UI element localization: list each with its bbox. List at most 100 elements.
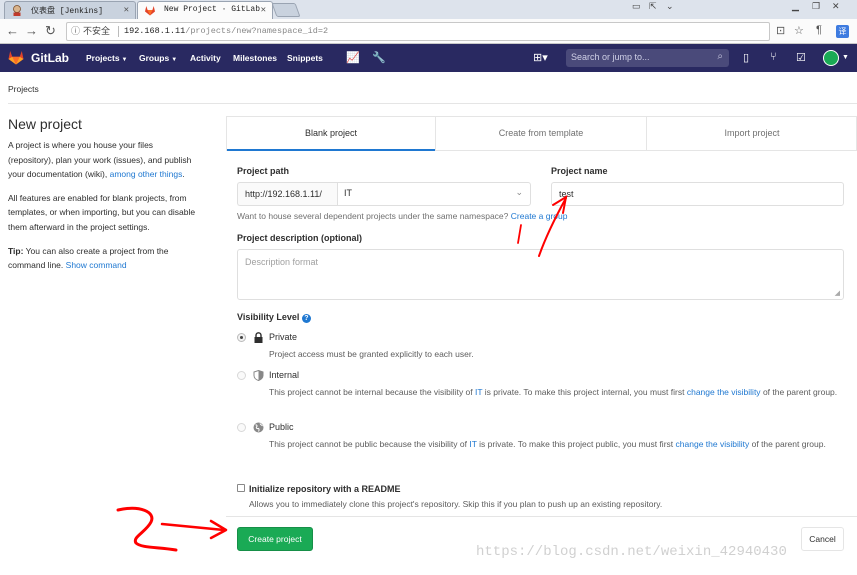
readme-checkbox[interactable] bbox=[237, 484, 245, 492]
browser-tab-gitlab[interactable]: New Project · GitLab ✕ bbox=[137, 1, 273, 19]
gitlab-brand[interactable]: GitLab bbox=[31, 51, 69, 65]
window-chevron-icon[interactable]: ⌄ bbox=[666, 1, 674, 12]
back-icon[interactable]: ← bbox=[6, 23, 19, 39]
tab-close-icon[interactable]: ✕ bbox=[124, 5, 129, 15]
internal-desc-post: of the parent group. bbox=[762, 387, 838, 397]
visibility-option-internal[interactable]: Internal This project cannot be internal… bbox=[237, 370, 847, 414]
project-name-value: test bbox=[559, 189, 574, 199]
namespace-select[interactable]: IT ⌄ bbox=[337, 182, 531, 206]
resize-handle-icon[interactable]: ◢ bbox=[835, 289, 840, 297]
chart-icon[interactable]: 📈 bbox=[346, 51, 360, 64]
show-command-link[interactable]: Show command bbox=[66, 260, 127, 270]
shield-icon bbox=[253, 370, 264, 381]
chevron-down-icon: ⌄ bbox=[515, 187, 523, 197]
url-text: 192.168.1.11/projects/new?namespace_id=2 bbox=[124, 23, 328, 40]
description-textarea[interactable]: Description format ◢ bbox=[237, 249, 844, 300]
browser-tab-jenkins[interactable]: 仪表盘 [Jenkins] ✕ bbox=[4, 1, 136, 19]
help-icon[interactable]: ? bbox=[301, 314, 311, 323]
window-restore-icon[interactable]: ⇱ bbox=[649, 1, 657, 12]
change-visibility-link[interactable]: change the visibility bbox=[687, 387, 761, 397]
visibility-title: Private bbox=[269, 332, 298, 342]
url-field[interactable]: ⓘ 不安全 192.168.1.11/projects/new?namespac… bbox=[66, 22, 770, 41]
visibility-desc: Project access must be granted explicitl… bbox=[269, 349, 474, 359]
tab-close-icon[interactable]: ✕ bbox=[261, 5, 266, 15]
namespace-help: Want to house several dependent projects… bbox=[237, 211, 567, 221]
restore-icon[interactable]: ❐ bbox=[812, 1, 820, 12]
gitlab-navbar: GitLab Projects ▼ Groups ▼ Activity Milest… bbox=[0, 44, 857, 72]
public-desc-mid: is private. To make this project public,… bbox=[479, 439, 674, 449]
browser-tab-title: New Project · GitLab bbox=[164, 5, 261, 14]
create-project-button[interactable]: Create project bbox=[237, 527, 313, 551]
security-label: 不安全 bbox=[83, 26, 111, 36]
group-it-link[interactable]: IT bbox=[469, 439, 476, 449]
annotation-arrow-create-button bbox=[116, 506, 228, 552]
visibility-title: Public bbox=[269, 422, 294, 432]
create-group-link[interactable]: Create a group bbox=[511, 211, 568, 221]
radio-private[interactable] bbox=[237, 333, 246, 342]
translate-extension-icon[interactable]: 译 bbox=[836, 25, 849, 38]
chevron-down-icon: ▼ bbox=[171, 57, 178, 63]
description-placeholder: Description format bbox=[245, 257, 319, 267]
extension-icon[interactable]: ¶ bbox=[816, 24, 822, 36]
cancel-button[interactable]: Cancel bbox=[801, 527, 844, 551]
search-icon: ⌕ bbox=[717, 51, 723, 62]
tab-blank-project[interactable]: Blank project bbox=[227, 117, 435, 151]
visibility-option-public[interactable]: Public This project cannot be public bec… bbox=[237, 422, 852, 466]
nav-groups[interactable]: Groups ▼ bbox=[139, 53, 177, 63]
visibility-desc: This project cannot be internal because … bbox=[269, 385, 849, 400]
visibility-title: Internal bbox=[269, 370, 300, 380]
new-tab-button[interactable] bbox=[271, 3, 301, 17]
readme-label[interactable]: Initialize repository with a README bbox=[249, 484, 401, 494]
readme-desc: Allows you to immediately clone this pro… bbox=[249, 499, 663, 509]
breadcrumb[interactable]: Projects bbox=[8, 84, 39, 94]
project-name-input[interactable]: test bbox=[551, 182, 844, 206]
merge-request-icon[interactable]: ⑂ bbox=[770, 51, 777, 63]
tip-paragraph: Tip: You can also create a project from … bbox=[8, 244, 198, 273]
reload-icon[interactable]: ↻ bbox=[45, 23, 56, 39]
tab-import-project[interactable]: Import project bbox=[647, 117, 857, 151]
avatar-chevron-icon[interactable]: ▼ bbox=[842, 54, 849, 61]
url-separator bbox=[118, 26, 119, 37]
nav-snippets[interactable]: Snippets bbox=[287, 53, 323, 63]
bookmark-star-icon[interactable]: ☆ bbox=[794, 24, 804, 37]
wrench-icon[interactable]: 🔧 bbox=[372, 51, 386, 64]
url-host: 192.168.1.11 bbox=[124, 26, 186, 36]
public-desc-post: of the parent group. bbox=[751, 439, 826, 449]
visibility-label: Visibility Level ? bbox=[237, 312, 311, 323]
tab-create-from-template[interactable]: Create from template bbox=[436, 117, 646, 151]
gitlab-logo-icon[interactable] bbox=[8, 50, 24, 65]
project-path-prefix: http://192.168.1.11/ bbox=[237, 182, 337, 206]
globe-icon bbox=[253, 422, 264, 433]
project-name-label: Project name bbox=[551, 166, 608, 176]
search-placeholder: Search or jump to... bbox=[571, 52, 650, 62]
nav-projects[interactable]: Projects ▼ bbox=[86, 53, 128, 63]
translate-icon[interactable]: ⊡ bbox=[776, 24, 785, 37]
watermark: https://blog.csdn.net/weixin_42940430 bbox=[476, 544, 787, 560]
description-label: Project description (optional) bbox=[237, 233, 363, 243]
radio-public[interactable] bbox=[237, 423, 246, 432]
among-other-things-link[interactable]: among other things bbox=[110, 169, 183, 179]
close-window-icon[interactable]: ✕ bbox=[832, 1, 840, 12]
browser-tab-bar: 仪表盘 [Jenkins] ✕ New Project · GitLab ✕ ▭… bbox=[0, 0, 857, 19]
group-it-link[interactable]: IT bbox=[475, 387, 482, 397]
visibility-label-text: Visibility Level bbox=[237, 312, 300, 322]
change-visibility-link[interactable]: change the visibility bbox=[676, 439, 750, 449]
avatar[interactable] bbox=[823, 50, 839, 66]
search-input[interactable]: Search or jump to... ⌕ bbox=[566, 49, 729, 67]
lock-icon bbox=[254, 332, 263, 343]
window-menu-icon[interactable]: ▭ bbox=[632, 1, 641, 12]
address-bar-row: ← → ↻ ⓘ 不安全 192.168.1.11/projects/new?na… bbox=[0, 19, 857, 44]
nav-milestones[interactable]: Milestones bbox=[233, 53, 277, 63]
issues-icon[interactable]: ▯ bbox=[743, 51, 749, 64]
nav-groups-label: Groups bbox=[139, 53, 170, 63]
minimize-icon[interactable]: ▁ bbox=[792, 1, 799, 12]
visibility-option-private[interactable]: Private Project access must be granted e… bbox=[237, 332, 847, 364]
internal-desc-mid: is private. To make this project interna… bbox=[484, 387, 685, 397]
plus-icon[interactable]: ⊞▾ bbox=[533, 51, 548, 64]
nav-activity[interactable]: Activity bbox=[190, 53, 221, 63]
info-icon[interactable]: ⓘ bbox=[71, 23, 80, 40]
nav-projects-label: Projects bbox=[86, 53, 120, 63]
todo-icon[interactable]: ☑ bbox=[796, 51, 806, 64]
radio-internal[interactable] bbox=[237, 371, 246, 380]
forward-icon[interactable]: → bbox=[25, 23, 38, 39]
